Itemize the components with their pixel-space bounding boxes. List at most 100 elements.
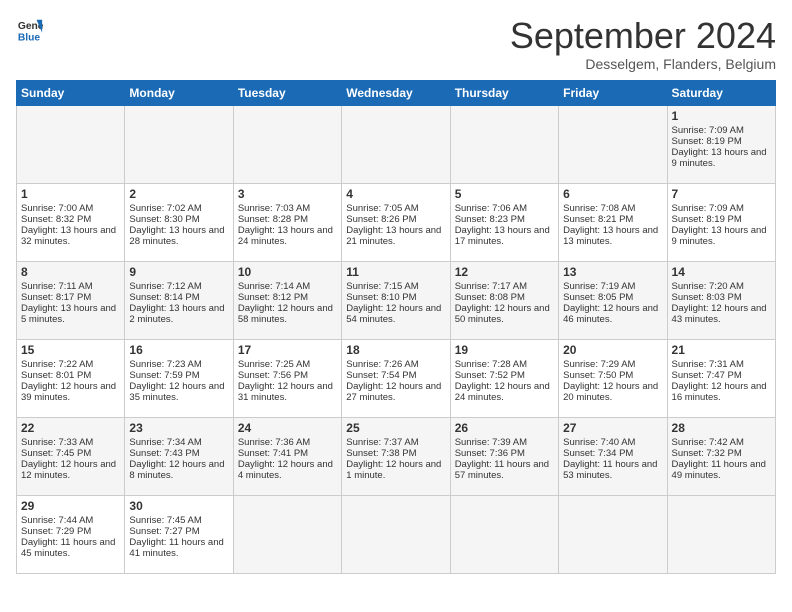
sunrise-text: Sunrise: 7:14 AM: [238, 281, 310, 292]
col-thursday: Thursday: [450, 80, 558, 105]
day-number: 26: [455, 421, 554, 435]
day-number: 7: [672, 187, 771, 201]
table-row: 18 Sunrise: 7:26 AM Sunset: 7:54 PM Dayl…: [342, 339, 450, 417]
day-number: 2: [129, 187, 228, 201]
sunrise-text: Sunrise: 7:39 AM: [455, 437, 527, 448]
sunset-text: Sunset: 7:29 PM: [21, 526, 91, 537]
sunrise-text: Sunrise: 7:36 AM: [238, 437, 310, 448]
logo-icon: General Blue: [16, 16, 44, 44]
sunrise-text: Sunrise: 7:37 AM: [346, 437, 418, 448]
sunset-text: Sunset: 7:47 PM: [672, 370, 742, 381]
sunset-text: Sunset: 7:54 PM: [346, 370, 416, 381]
sunset-text: Sunset: 7:38 PM: [346, 448, 416, 459]
sunrise-text: Sunrise: 7:03 AM: [238, 203, 310, 214]
sunrise-text: Sunrise: 7:33 AM: [21, 437, 93, 448]
table-row: 6 Sunrise: 7:08 AM Sunset: 8:21 PM Dayli…: [559, 183, 667, 261]
table-row: [450, 105, 558, 183]
sunrise-text: Sunrise: 7:44 AM: [21, 515, 93, 526]
daylight-text: Daylight: 12 hours and 12 minutes.: [21, 459, 116, 481]
sunset-text: Sunset: 7:32 PM: [672, 448, 742, 459]
table-row: 30 Sunrise: 7:45 AM Sunset: 7:27 PM Dayl…: [125, 495, 233, 573]
day-number: 28: [672, 421, 771, 435]
sunset-text: Sunset: 8:14 PM: [129, 292, 199, 303]
sunset-text: Sunset: 7:45 PM: [21, 448, 91, 459]
daylight-text: Daylight: 12 hours and 39 minutes.: [21, 381, 116, 403]
sunset-text: Sunset: 7:34 PM: [563, 448, 633, 459]
col-saturday: Saturday: [667, 80, 775, 105]
sunrise-text: Sunrise: 7:45 AM: [129, 515, 201, 526]
col-tuesday: Tuesday: [233, 80, 341, 105]
table-row: [450, 495, 558, 573]
sunset-text: Sunset: 8:30 PM: [129, 214, 199, 225]
sunset-text: Sunset: 8:26 PM: [346, 214, 416, 225]
table-row: 29 Sunrise: 7:44 AM Sunset: 7:29 PM Dayl…: [17, 495, 125, 573]
table-row: 5 Sunrise: 7:06 AM Sunset: 8:23 PM Dayli…: [450, 183, 558, 261]
calendar-week-row: 29 Sunrise: 7:44 AM Sunset: 7:29 PM Dayl…: [17, 495, 776, 573]
sunset-text: Sunset: 8:17 PM: [21, 292, 91, 303]
sunset-text: Sunset: 8:19 PM: [672, 136, 742, 147]
svg-text:Blue: Blue: [18, 32, 41, 43]
sunset-text: Sunset: 7:41 PM: [238, 448, 308, 459]
sunrise-text: Sunrise: 7:06 AM: [455, 203, 527, 214]
sunset-text: Sunset: 7:27 PM: [129, 526, 199, 537]
daylight-text: Daylight: 13 hours and 32 minutes.: [21, 225, 116, 247]
daylight-text: Daylight: 12 hours and 24 minutes.: [455, 381, 550, 403]
calendar-table: Sunday Monday Tuesday Wednesday Thursday…: [16, 80, 776, 574]
sunrise-text: Sunrise: 7:40 AM: [563, 437, 635, 448]
day-number: 13: [563, 265, 662, 279]
day-number: 24: [238, 421, 337, 435]
day-number: 1: [672, 109, 771, 123]
sunrise-text: Sunrise: 7:28 AM: [455, 359, 527, 370]
day-number: 3: [238, 187, 337, 201]
daylight-text: Daylight: 12 hours and 50 minutes.: [455, 303, 550, 325]
daylight-text: Daylight: 12 hours and 46 minutes.: [563, 303, 658, 325]
day-number: 4: [346, 187, 445, 201]
daylight-text: Daylight: 12 hours and 35 minutes.: [129, 381, 224, 403]
table-row: [17, 105, 125, 183]
daylight-text: Daylight: 13 hours and 5 minutes.: [21, 303, 116, 325]
sunrise-text: Sunrise: 7:05 AM: [346, 203, 418, 214]
daylight-text: Daylight: 13 hours and 28 minutes.: [129, 225, 224, 247]
col-wednesday: Wednesday: [342, 80, 450, 105]
daylight-text: Daylight: 11 hours and 57 minutes.: [455, 459, 549, 481]
table-row: [233, 495, 341, 573]
sunrise-text: Sunrise: 7:25 AM: [238, 359, 310, 370]
day-number: 30: [129, 499, 228, 513]
daylight-text: Daylight: 13 hours and 24 minutes.: [238, 225, 333, 247]
sunrise-text: Sunrise: 7:29 AM: [563, 359, 635, 370]
table-row: 20 Sunrise: 7:29 AM Sunset: 7:50 PM Dayl…: [559, 339, 667, 417]
title-block: September 2024 Desselgem, Flanders, Belg…: [510, 16, 776, 72]
sunrise-text: Sunrise: 7:19 AM: [563, 281, 635, 292]
sunset-text: Sunset: 7:52 PM: [455, 370, 525, 381]
table-row: 12 Sunrise: 7:17 AM Sunset: 8:08 PM Dayl…: [450, 261, 558, 339]
table-row: 28 Sunrise: 7:42 AM Sunset: 7:32 PM Dayl…: [667, 417, 775, 495]
daylight-text: Daylight: 13 hours and 2 minutes.: [129, 303, 224, 325]
sunrise-text: Sunrise: 7:12 AM: [129, 281, 201, 292]
sunset-text: Sunset: 8:12 PM: [238, 292, 308, 303]
table-row: 1 Sunrise: 7:09 AM Sunset: 8:19 PM Dayli…: [667, 105, 775, 183]
table-row: 25 Sunrise: 7:37 AM Sunset: 7:38 PM Dayl…: [342, 417, 450, 495]
sunrise-text: Sunrise: 7:22 AM: [21, 359, 93, 370]
table-row: 8 Sunrise: 7:11 AM Sunset: 8:17 PM Dayli…: [17, 261, 125, 339]
table-row: [342, 105, 450, 183]
table-row: 14 Sunrise: 7:20 AM Sunset: 8:03 PM Dayl…: [667, 261, 775, 339]
table-row: 26 Sunrise: 7:39 AM Sunset: 7:36 PM Dayl…: [450, 417, 558, 495]
day-number: 11: [346, 265, 445, 279]
sunrise-text: Sunrise: 7:02 AM: [129, 203, 201, 214]
daylight-text: Daylight: 11 hours and 41 minutes.: [129, 537, 223, 559]
day-number: 10: [238, 265, 337, 279]
sunset-text: Sunset: 8:32 PM: [21, 214, 91, 225]
table-row: [233, 105, 341, 183]
day-number: 22: [21, 421, 120, 435]
daylight-text: Daylight: 12 hours and 58 minutes.: [238, 303, 333, 325]
calendar-week-row: 1 Sunrise: 7:00 AM Sunset: 8:32 PM Dayli…: [17, 183, 776, 261]
table-row: 27 Sunrise: 7:40 AM Sunset: 7:34 PM Dayl…: [559, 417, 667, 495]
table-row: 24 Sunrise: 7:36 AM Sunset: 7:41 PM Dayl…: [233, 417, 341, 495]
col-sunday: Sunday: [17, 80, 125, 105]
sunrise-text: Sunrise: 7:34 AM: [129, 437, 201, 448]
sunrise-text: Sunrise: 7:23 AM: [129, 359, 201, 370]
sunrise-text: Sunrise: 7:08 AM: [563, 203, 635, 214]
table-row: 22 Sunrise: 7:33 AM Sunset: 7:45 PM Dayl…: [17, 417, 125, 495]
table-row: [559, 495, 667, 573]
daylight-text: Daylight: 12 hours and 31 minutes.: [238, 381, 333, 403]
